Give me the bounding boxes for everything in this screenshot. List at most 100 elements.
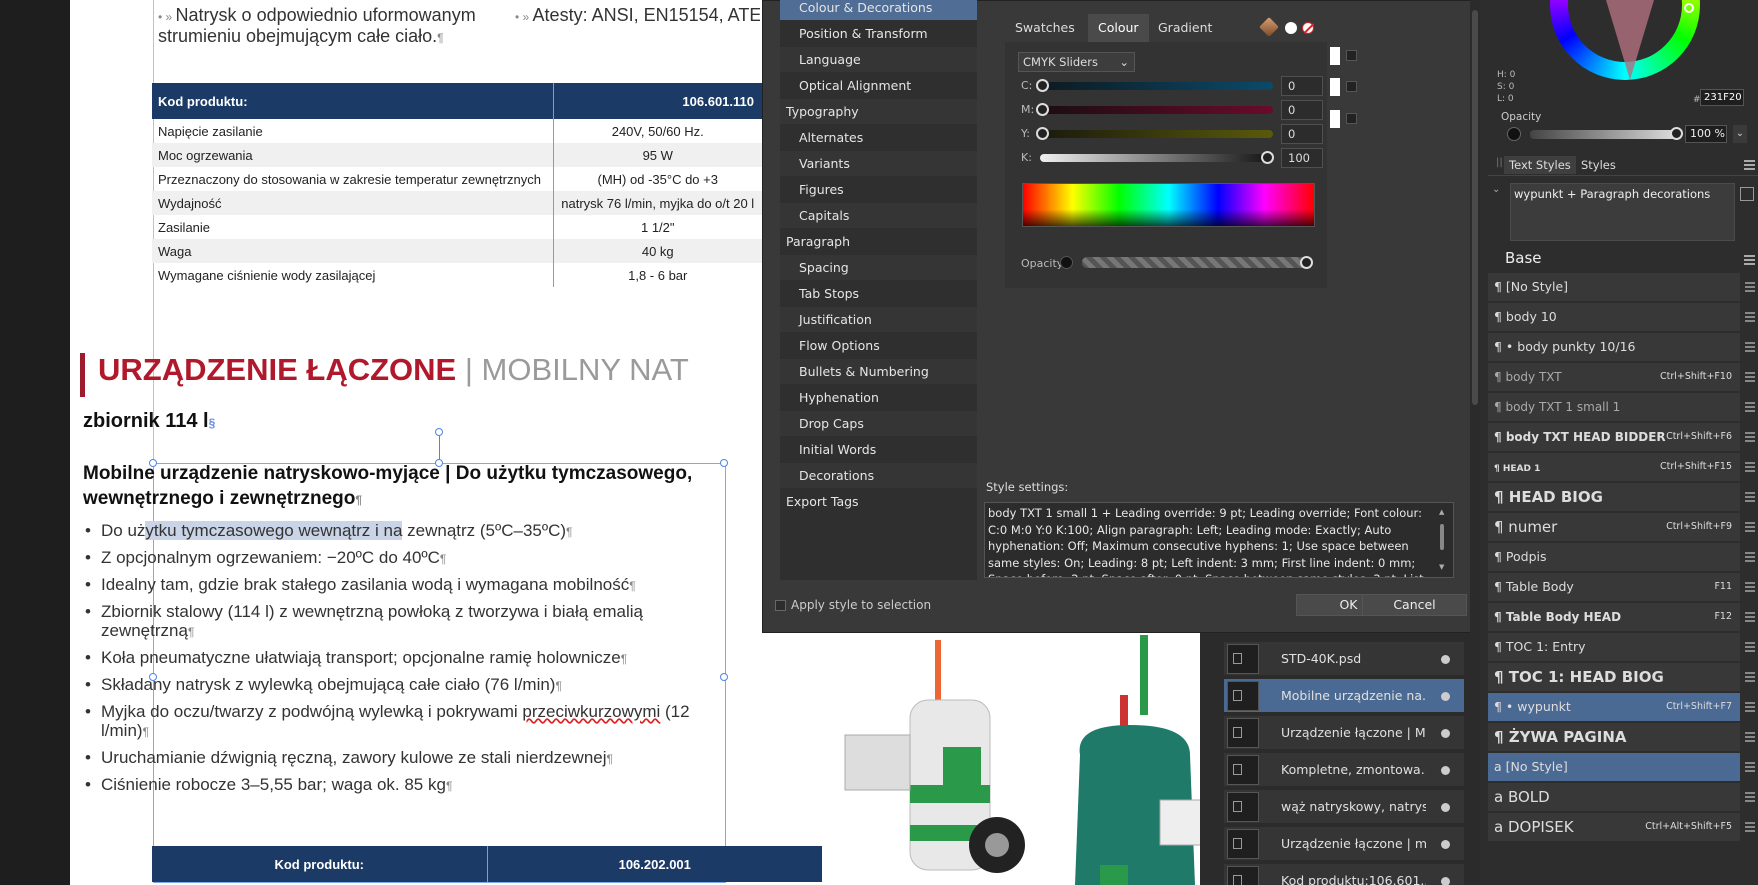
style-menu-icon[interactable]: [1745, 826, 1755, 828]
tab-swatches[interactable]: Swatches: [1005, 14, 1085, 42]
fill-colour-well-2[interactable]: [1330, 78, 1340, 96]
text-style-item[interactable]: ¶ HEAD 1 Ctrl+Shift+F15: [1488, 453, 1740, 481]
category-decorations[interactable]: Decorations: [780, 463, 977, 488]
apply-style-checkbox[interactable]: [775, 600, 786, 611]
colour-triangle[interactable]: [1600, 0, 1660, 80]
category-paragraph[interactable]: Paragraph: [780, 229, 977, 254]
cancel-button[interactable]: Cancel: [1362, 594, 1467, 616]
style-menu-icon[interactable]: [1745, 466, 1755, 468]
panel-scrollbar-thumb[interactable]: [1472, 10, 1478, 405]
style-menu-icon[interactable]: [1745, 616, 1755, 618]
text-style-item[interactable]: ¶ numer Ctrl+Shift+F9: [1488, 513, 1740, 541]
text-style-item[interactable]: a DOPISEK Ctrl+Alt+Shift+F5: [1488, 813, 1740, 841]
opacity-dropdown-icon[interactable]: ⌄: [1733, 125, 1747, 143]
fill-colour-well-3[interactable]: [1330, 110, 1340, 128]
category-flow-options[interactable]: Flow Options: [780, 333, 977, 358]
layer-row[interactable]: wąż natryskowy, natrys...: [1224, 790, 1464, 824]
text-style-item[interactable]: ¶ body 10: [1488, 303, 1740, 331]
colour-mode-select[interactable]: CMYK Sliders ⌄: [1018, 52, 1135, 72]
style-menu-icon[interactable]: [1745, 586, 1755, 588]
style-menu-icon[interactable]: [1745, 496, 1755, 498]
visibility-icon[interactable]: [1441, 692, 1450, 701]
opacity-slider-knob[interactable]: [1300, 256, 1313, 269]
slider-track[interactable]: [1040, 154, 1273, 162]
text-style-item[interactable]: ¶ Podpis: [1488, 543, 1740, 571]
text-style-item[interactable]: ¶ TOC 1: HEAD BIOG: [1488, 663, 1740, 691]
layer-row[interactable]: Kod produktu:106.601...: [1224, 864, 1464, 885]
style-menu-icon[interactable]: [1745, 736, 1755, 738]
category-spacing[interactable]: Spacing: [780, 255, 977, 280]
style-settings-scrollbar[interactable]: ▲ ▼: [1437, 508, 1447, 572]
style-menu-icon[interactable]: [1745, 526, 1755, 528]
text-style-item[interactable]: ¶ • wypunkt Ctrl+Shift+F7: [1488, 693, 1740, 721]
text-style-item[interactable]: ¶ body TXT Ctrl+Shift+F10: [1488, 363, 1740, 391]
layer-row[interactable]: Urządzenie łączone | m...: [1224, 827, 1464, 861]
group-menu-icon[interactable]: [1744, 255, 1755, 257]
panel-opacity-knob[interactable]: [1670, 127, 1683, 140]
visibility-icon[interactable]: [1441, 803, 1450, 812]
hex-input[interactable]: 231F20: [1700, 89, 1744, 106]
rotate-handle[interactable]: [435, 428, 443, 436]
visibility-icon[interactable]: [1441, 655, 1450, 664]
slider-knob[interactable]: [1036, 103, 1049, 116]
text-style-item[interactable]: ¶ [No Style]: [1488, 273, 1740, 301]
category-colour-decorations[interactable]: Colour & Decorations: [780, 0, 977, 20]
style-category-list[interactable]: Colour & Decorations Position & Transform…: [780, 0, 977, 580]
style-menu-icon[interactable]: [1745, 646, 1755, 648]
slider-knob[interactable]: [1036, 127, 1049, 140]
spec-table-2[interactable]: Kod produktu: 106.202.001: [152, 846, 822, 882]
panel-menu-icon[interactable]: [1744, 160, 1755, 162]
panel-opacity-slider[interactable]: [1530, 130, 1677, 139]
style-menu-icon[interactable]: [1745, 796, 1755, 798]
category-figures[interactable]: Figures: [780, 177, 977, 202]
style-menu-icon[interactable]: [1745, 556, 1755, 558]
text-styles-tabs[interactable]: || Text Styles Styles: [1488, 152, 1758, 176]
fill-swatch-icon[interactable]: [1285, 22, 1297, 34]
spec-table-1[interactable]: Kod produktu: 106.601.110 Napięcie zasilan…: [152, 83, 762, 287]
slider-value-input[interactable]: 0: [1281, 100, 1323, 120]
tab-styles[interactable]: Styles: [1576, 156, 1621, 174]
collapse-chevron-icon[interactable]: ⌄: [1492, 184, 1500, 195]
text-style-item[interactable]: ¶ ŻYWA PAGINA: [1488, 723, 1740, 751]
slider-knob[interactable]: [1036, 79, 1049, 92]
text-style-item[interactable]: ¶ body TXT 1 small 1: [1488, 393, 1740, 421]
colour-spectrum[interactable]: [1022, 183, 1315, 227]
fill-colour-well[interactable]: [1330, 47, 1340, 65]
text-style-item[interactable]: ¶ • body punkty 10/16: [1488, 333, 1740, 361]
layer-row[interactable]: Kompletne, zmontowa...: [1224, 753, 1464, 787]
panel-opacity-input[interactable]: 100 %: [1685, 125, 1727, 143]
category-language[interactable]: Language: [780, 47, 977, 72]
slider-track[interactable]: [1040, 106, 1273, 114]
opacity-slider[interactable]: [1082, 257, 1307, 268]
style-menu-icon[interactable]: [1745, 676, 1755, 678]
category-tab-stops[interactable]: Tab Stops: [780, 281, 977, 306]
text-style-item[interactable]: ¶ body TXT HEAD BIDDER Ctrl+Shift+F6: [1488, 423, 1740, 451]
category-drop-caps[interactable]: Drop Caps: [780, 411, 977, 436]
category-export-tags[interactable]: Export Tags: [780, 489, 977, 514]
category-justification[interactable]: Justification: [780, 307, 977, 332]
stroke-colour-well[interactable]: [1346, 50, 1357, 61]
slider-value-input[interactable]: 0: [1281, 124, 1323, 144]
text-style-item[interactable]: ¶ HEAD BIOG: [1488, 483, 1740, 511]
visibility-icon[interactable]: [1441, 766, 1450, 775]
visibility-icon[interactable]: [1441, 877, 1450, 885]
slider-value-input[interactable]: 0: [1281, 76, 1323, 96]
visibility-icon[interactable]: [1441, 729, 1450, 738]
stroke-colour-well-3[interactable]: [1346, 113, 1357, 124]
category-optical-alignment[interactable]: Optical Alignment: [780, 73, 977, 98]
style-options-icon[interactable]: [1740, 187, 1754, 201]
style-menu-icon[interactable]: [1745, 406, 1755, 408]
text-style-item[interactable]: a [No Style]: [1488, 753, 1740, 781]
tab-colour[interactable]: Colour: [1088, 14, 1149, 42]
tab-text-styles[interactable]: Text Styles: [1504, 156, 1576, 174]
style-menu-icon[interactable]: [1745, 286, 1755, 288]
tab-gradient[interactable]: Gradient: [1148, 14, 1222, 42]
layer-row[interactable]: STD-40K.psd: [1224, 642, 1464, 676]
style-menu-icon[interactable]: [1745, 376, 1755, 378]
slider-value-input[interactable]: 100: [1281, 148, 1323, 168]
style-menu-icon[interactable]: [1745, 706, 1755, 708]
layer-row[interactable]: Urządzenie łączone | M...: [1224, 716, 1464, 750]
slider-knob[interactable]: [1261, 151, 1274, 164]
text-style-item[interactable]: ¶ Table Body HEAD F12: [1488, 603, 1740, 631]
category-position-transform[interactable]: Position & Transform: [780, 21, 977, 46]
